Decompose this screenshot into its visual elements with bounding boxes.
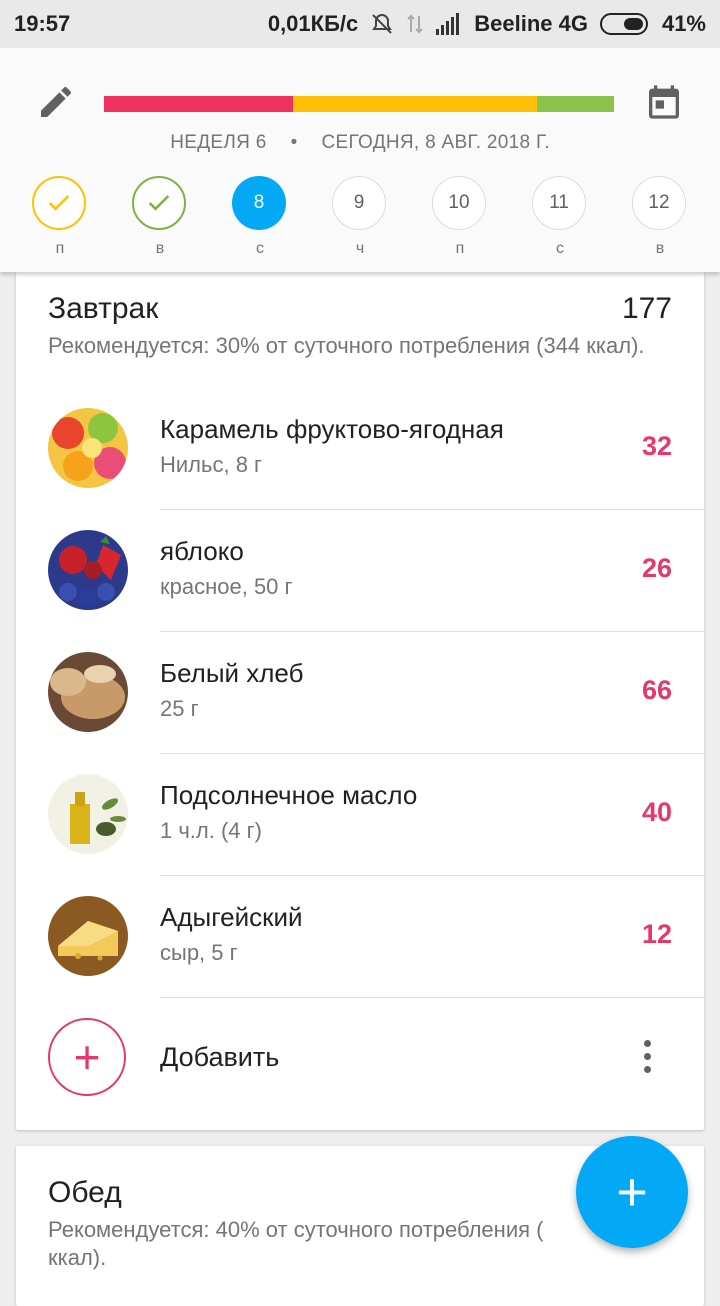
food-portion: красное, 50 г: [160, 574, 293, 599]
separator-dot: •: [290, 132, 298, 153]
food-item[interactable]: Белый хлеб 25 г 66: [16, 632, 704, 754]
edit-pencil-icon[interactable]: [36, 82, 76, 122]
add-icon[interactable]: +: [48, 1018, 126, 1096]
week-label: НЕДЕЛЯ 6: [170, 132, 267, 153]
food-name: Подсолнечное масло: [160, 780, 418, 810]
food-item[interactable]: Адыгейский сыр, 5 г 12: [16, 876, 704, 998]
progress-segment: [104, 96, 293, 112]
food-name: Белый хлеб: [160, 658, 304, 688]
add-food-row[interactable]: + Добавить: [16, 998, 704, 1120]
day-circle[interactable]: 8: [232, 176, 286, 230]
recommendation-text-2: ккал).: [48, 1245, 107, 1270]
cheese-food-icon: [48, 896, 128, 976]
progress-segment: [292, 96, 538, 112]
day-circle[interactable]: [132, 176, 186, 230]
battery-icon: [599, 13, 648, 35]
day-label: в: [155, 240, 165, 257]
progress-segment: [537, 96, 614, 112]
day-circle[interactable]: 9: [332, 176, 386, 230]
carrier-name: Beeline 4G: [474, 11, 588, 36]
day-5[interactable]: 11 с: [532, 176, 588, 258]
recommendation-text: Рекомендуется: 40% от суточного потребле…: [48, 1217, 544, 1242]
date-label: СЕГОДНЯ, 8 АВГ. 2018 Г.: [321, 132, 550, 153]
meal-title: Обед: [48, 1176, 122, 1209]
day-1[interactable]: в: [132, 176, 188, 258]
day-label: в: [655, 240, 665, 257]
status-bar: 19:57 0,01КБ/с Beeline 4G 41%: [0, 0, 720, 48]
week-date-line: НЕДЕЛЯ 6 • СЕГОДНЯ, 8 АВГ. 2018 Г.: [0, 132, 720, 154]
day-circle[interactable]: 11: [532, 176, 586, 230]
day-circle[interactable]: 12: [632, 176, 686, 230]
day-label: с: [556, 240, 564, 257]
day-circle[interactable]: [32, 176, 86, 230]
bread-food-icon: [48, 652, 128, 732]
oil-food-icon: [48, 774, 128, 854]
meal-recommendation: Рекомендуется: 40% от суточного потребле…: [48, 1216, 668, 1272]
more-vert-icon[interactable]: [644, 1040, 652, 1079]
check-icon: [148, 195, 170, 211]
food-portion: 1 ч.л. (4 г): [160, 818, 263, 843]
day-2[interactable]: 8с: [232, 176, 288, 258]
add-label: Добавить: [160, 1042, 280, 1072]
food-name: Адыгейский: [160, 902, 303, 932]
muted-bell-icon: [372, 13, 393, 34]
food-name: Карамель фруктово-ягодная: [160, 414, 504, 444]
food-portion: Нильс, 8 г: [160, 452, 263, 477]
day-label: п: [55, 240, 65, 257]
day-4[interactable]: 10 п: [432, 176, 488, 258]
food-kcal: 40: [641, 797, 672, 827]
calendar-icon[interactable]: [644, 82, 684, 122]
day-label: п: [455, 240, 465, 257]
berries-food-icon: [48, 530, 128, 610]
day-circle[interactable]: 10: [432, 176, 486, 230]
meal-recommendation: Рекомендуется: 30% от суточного потребле…: [48, 333, 645, 358]
data-arrows-icon: [407, 14, 423, 34]
network-speed: 0,01КБ/с: [267, 11, 359, 36]
food-kcal: 12: [641, 919, 672, 949]
check-icon: [48, 195, 70, 211]
day-label: с: [256, 240, 264, 257]
battery-percent: 41%: [661, 11, 706, 36]
day-3[interactable]: 9ч: [332, 176, 388, 258]
signal-icon: [436, 13, 460, 35]
food-kcal: 26: [641, 553, 672, 583]
food-portion: 25 г: [160, 696, 199, 721]
food-item[interactable]: яблоко красное, 50 г 26: [16, 510, 704, 632]
meal-total-kcal: 177: [621, 292, 672, 325]
food-kcal: 32: [641, 431, 672, 461]
food-name: яблоко: [160, 536, 244, 566]
day-0[interactable]: п: [32, 176, 88, 258]
breakfast-card: Завтрак 177 Рекомендуется: 30% от суточн…: [16, 272, 704, 1130]
food-portion: сыр, 5 г: [160, 940, 238, 965]
candy-food-icon: [48, 408, 128, 488]
day-label: ч: [355, 240, 365, 257]
calorie-progress-bar: [104, 96, 614, 112]
food-item[interactable]: Карамель фруктово-ягодная Нильс, 8 г 32: [16, 388, 704, 510]
food-kcal: 66: [641, 675, 672, 705]
status-time: 19:57: [14, 11, 71, 36]
add-fab-button[interactable]: +: [576, 1136, 688, 1248]
day-6[interactable]: 12 в: [632, 176, 688, 258]
week-header: НЕДЕЛЯ 6 • СЕГОДНЯ, 8 АВГ. 2018 Г. пв8с9ч1…: [0, 48, 720, 272]
meal-title: Завтрак: [48, 292, 159, 325]
food-item[interactable]: Подсолнечное масло 1 ч.л. (4 г) 40: [16, 754, 704, 876]
